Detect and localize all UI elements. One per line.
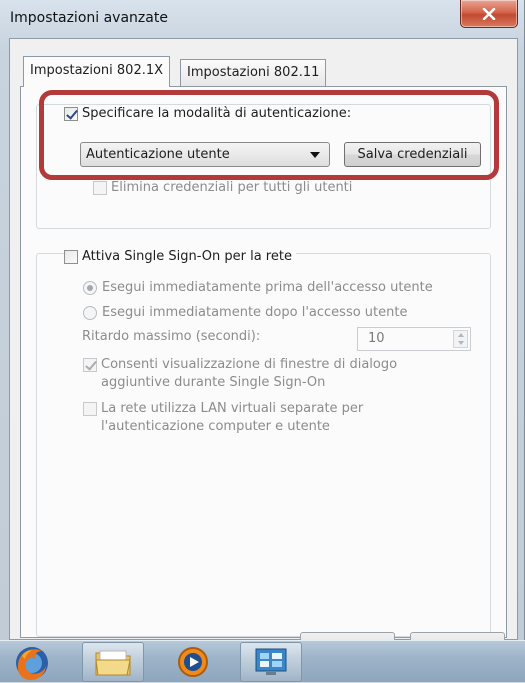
sso-after-radio[interactable] [83, 305, 97, 320]
close-button[interactable] [460, 0, 518, 28]
delete-credentials-checkbox[interactable] [93, 180, 107, 195]
taskbar-firefox[interactable] [2, 641, 62, 683]
chevron-down-icon [310, 152, 320, 158]
allow-dialogs-checkbox[interactable] [83, 357, 97, 372]
window-title: Impostazioni avanzate [10, 10, 168, 26]
stepper-up-icon[interactable] [458, 333, 464, 337]
sso-enable-row[interactable]: Attiva Single Sign-On per la rete [64, 249, 296, 264]
max-delay-stepper[interactable]: 10 [357, 327, 471, 351]
sso-enable-label: Attiva Single Sign-On per la rete [82, 249, 292, 264]
save-credentials-button[interactable]: Salva credenziali [344, 142, 481, 167]
title-bar[interactable]: Impostazioni avanzate [0, 0, 524, 40]
taskbar-explorer[interactable] [78, 641, 148, 683]
max-delay-value: 10 [368, 331, 385, 346]
control-panel-icon [255, 648, 287, 675]
close-icon [482, 7, 496, 20]
allow-dialogs-row[interactable]: Consenti visualizzazione di finestre di … [83, 357, 397, 372]
tab-panel-802-1x: Specificare la modalità di autenticazion… [20, 86, 507, 638]
sso-after-row[interactable]: Esegui immediatamente dopo l'accesso ute… [83, 305, 407, 320]
explorer-tile [82, 642, 144, 682]
firefox-icon [16, 647, 48, 681]
allow-dialogs-label-line2: aggiuntive durante Single Sign-On [101, 375, 326, 390]
media-player-icon [178, 647, 208, 677]
specify-mode-label: Specificare la modalità di autenticazion… [82, 106, 352, 121]
max-delay-label: Ritardo massimo (secondi): [82, 329, 261, 344]
separate-vlan-checkbox[interactable] [83, 401, 97, 416]
dialog-client: Impostazioni 802.1X Impostazioni 802.11 … [9, 38, 518, 640]
taskbar [0, 640, 525, 682]
stepper-down-icon[interactable] [458, 341, 464, 345]
delete-credentials-row[interactable]: Elimina credenziali per tutti gli utenti [93, 180, 352, 195]
taskbar-media-player[interactable] [158, 641, 228, 683]
delete-credentials-label: Elimina credenziali per tutti gli utenti [111, 180, 353, 195]
sso-before-row[interactable]: Esegui immediatamente prima dell'accesso… [83, 280, 433, 295]
dialog-window: Impostazioni avanzate Impostazioni 802.1… [0, 0, 525, 640]
specify-mode-checkbox[interactable] [64, 106, 78, 121]
sso-after-label: Esegui immediatamente dopo l'accesso ute… [102, 305, 408, 320]
tab-802-1x[interactable]: Impostazioni 802.1X [23, 56, 171, 87]
auth-mode-dropdown[interactable]: Autenticazione utente [80, 142, 330, 167]
taskbar-control-panel[interactable] [236, 641, 306, 683]
sso-before-label: Esegui immediatamente prima dell'accesso… [102, 280, 433, 295]
auth-mode-value: Autenticazione utente [86, 147, 230, 162]
allow-dialogs-label-line1: Consenti visualizzazione di finestre di … [101, 357, 398, 372]
stepper-buttons[interactable] [453, 330, 468, 348]
control-panel-tile [240, 642, 302, 682]
tab-802-11[interactable]: Impostazioni 802.11 [180, 59, 327, 86]
sso-enable-checkbox[interactable] [64, 249, 78, 264]
folder-icon [95, 650, 131, 676]
sso-before-radio[interactable] [83, 280, 97, 295]
separate-vlan-label-line1: La rete utilizza LAN virtuali separate p… [101, 401, 364, 416]
specify-mode-row[interactable]: Specificare la modalità di autenticazion… [64, 106, 356, 121]
separate-vlan-label-line2: l'autenticazione computer e utente [101, 419, 330, 434]
separate-vlan-row[interactable]: La rete utilizza LAN virtuali separate p… [83, 401, 363, 416]
